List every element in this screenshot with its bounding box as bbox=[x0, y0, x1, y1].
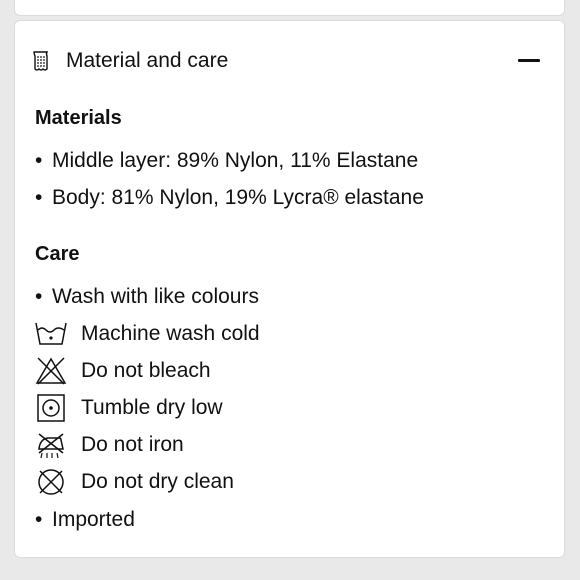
wash-cold-icon bbox=[35, 320, 67, 348]
care-instruction-row: Do not dry clean bbox=[35, 468, 435, 496]
material-item: • Middle layer: 89% Nylon, 11% Elastane bbox=[35, 147, 418, 175]
care-instruction-row: Do not iron bbox=[35, 431, 435, 459]
bullet-glyph: • bbox=[35, 149, 43, 172]
care-instruction-row: Machine wash cold bbox=[35, 320, 435, 348]
no-iron-icon bbox=[35, 431, 67, 459]
accordion-title: Material and care bbox=[66, 49, 229, 72]
material-item: • Body: 81% Nylon, 19% Lycra® elastane bbox=[35, 184, 424, 212]
no-dry-clean-icon bbox=[35, 468, 67, 496]
previous-accordion-edge bbox=[14, 0, 565, 16]
bullet-glyph: • bbox=[35, 508, 43, 531]
no-bleach-icon bbox=[35, 357, 67, 385]
material-care-panel: Material and care Materials • Middle laye… bbox=[14, 20, 565, 558]
fabric-swatch-icon bbox=[31, 50, 51, 72]
bullet-glyph: • bbox=[35, 186, 43, 209]
care-item: • Wash with like colours bbox=[35, 283, 259, 311]
material-care-accordion-header[interactable]: Material and care bbox=[15, 41, 564, 81]
care-instruction-label: Do not bleach bbox=[81, 359, 211, 382]
minus-icon[interactable] bbox=[518, 59, 540, 63]
care-instruction-row: Do not bleach bbox=[35, 357, 435, 385]
care-instruction-label: Do not iron bbox=[81, 433, 184, 456]
care-instruction-row: Tumble dry low bbox=[35, 394, 435, 422]
bullet-glyph: • bbox=[35, 285, 43, 308]
care-instruction-label: Tumble dry low bbox=[81, 396, 223, 419]
care-heading: Care bbox=[35, 243, 80, 265]
materials-heading: Materials bbox=[35, 107, 122, 129]
care-item: • Imported bbox=[35, 506, 135, 534]
tumble-dry-low-icon bbox=[35, 394, 67, 422]
care-instruction-label: Machine wash cold bbox=[81, 322, 260, 345]
care-instruction-label: Do not dry clean bbox=[81, 470, 234, 493]
